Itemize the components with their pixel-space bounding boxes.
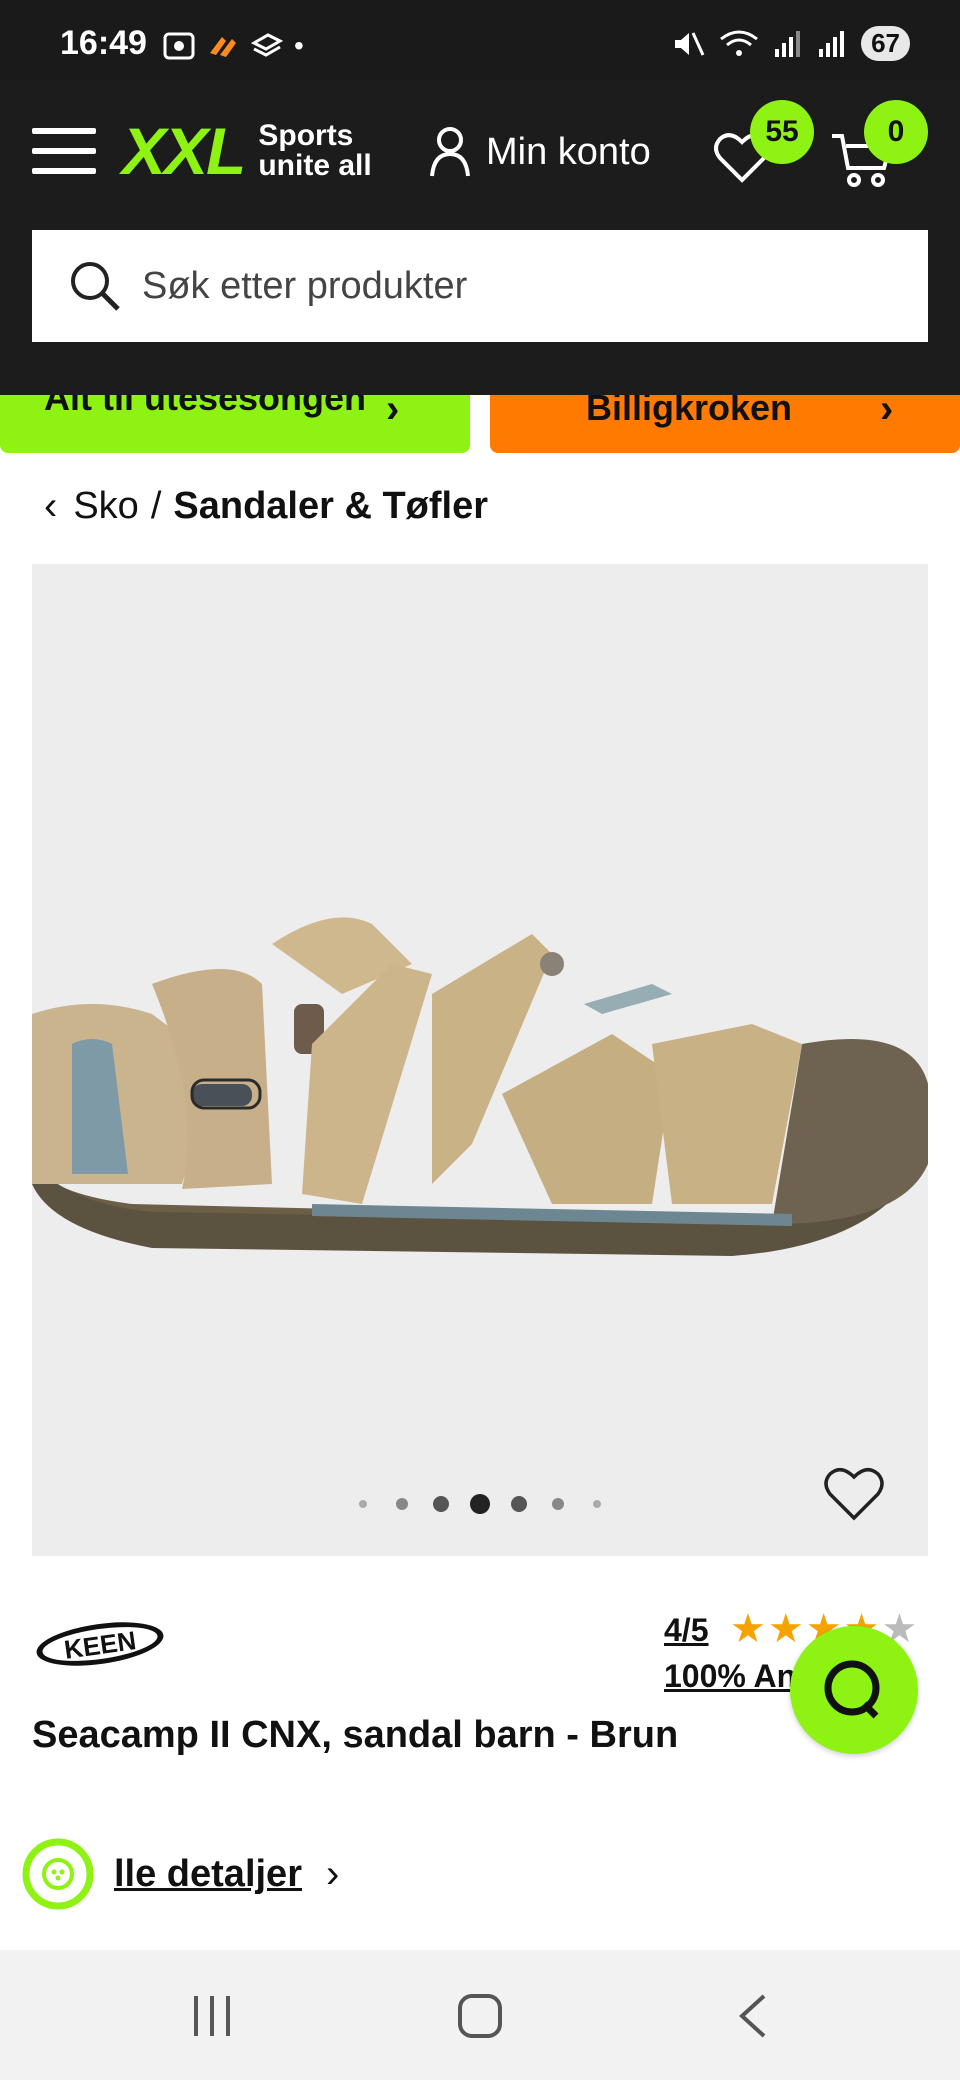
breadcrumb-current: Sandaler & Tøfler bbox=[173, 485, 489, 527]
gallery-dot[interactable] bbox=[511, 1496, 527, 1512]
more-notifications-dot: • bbox=[294, 30, 304, 61]
rating-score[interactable]: 4/5 bbox=[664, 1612, 708, 1648]
product-title: Seacamp II CNX, sandal barn - Brun bbox=[32, 1714, 679, 1756]
status-notification-icons: • bbox=[162, 30, 304, 62]
gallery-dot-active[interactable] bbox=[470, 1494, 490, 1514]
cart-count-badge: 0 bbox=[864, 100, 928, 164]
account-label: Min konto bbox=[486, 130, 651, 173]
product-wishlist-button[interactable] bbox=[822, 1464, 886, 1524]
menu-button[interactable] bbox=[32, 128, 98, 176]
logo-tagline-line1: Sports bbox=[258, 119, 354, 152]
gallery-dot[interactable] bbox=[593, 1500, 601, 1508]
signal-roaming-icon bbox=[819, 30, 845, 57]
status-system-icons: 67 bbox=[671, 26, 910, 61]
sandal-product-image bbox=[32, 917, 928, 1256]
screenshot-icon bbox=[163, 32, 195, 60]
brand-logo[interactable]: KEEN bbox=[32, 1616, 168, 1672]
mute-icon bbox=[675, 31, 705, 56]
account-button[interactable]: Min konto bbox=[428, 126, 651, 178]
breadcrumb: ‹ Sko / Sandaler & Tøfler bbox=[44, 484, 488, 529]
app-notification-icon-2 bbox=[250, 33, 284, 57]
signal-icon bbox=[775, 30, 801, 57]
details-link-label[interactable]: lle detaljer bbox=[114, 1853, 302, 1896]
app-notification-icon bbox=[210, 37, 236, 57]
recent-apps-icon[interactable] bbox=[190, 1994, 234, 2038]
chat-icon bbox=[824, 1660, 880, 1719]
promo-billigkroken[interactable]: Billigkroken › bbox=[490, 395, 960, 453]
system-navigation-bar bbox=[0, 1950, 960, 2080]
logo-tagline: Sports unite all bbox=[258, 121, 371, 181]
battery-indicator: 67 bbox=[861, 26, 910, 61]
wifi-icon bbox=[720, 30, 758, 56]
chevron-right-icon: › bbox=[386, 395, 400, 431]
product-image-gallery[interactable] bbox=[32, 564, 928, 1556]
logo-tagline-line2: unite all bbox=[258, 149, 372, 182]
breadcrumb-separator: / bbox=[150, 485, 162, 527]
heart-icon bbox=[824, 1467, 884, 1521]
gallery-dot[interactable] bbox=[552, 1498, 564, 1510]
promo-outdoor-label: Alt til utesesongen bbox=[44, 395, 367, 418]
search-input[interactable]: Søk etter produkter bbox=[32, 230, 928, 342]
keen-logo: KEEN bbox=[36, 1622, 164, 1666]
site-header: XXL Sports unite all Min konto 55 0 Søk … bbox=[0, 80, 960, 395]
search-icon bbox=[71, 262, 120, 311]
search-placeholder: Søk etter produkter bbox=[142, 264, 468, 307]
star-filled-icon: ★ bbox=[730, 1607, 766, 1651]
promo-billigkroken-label: Billigkroken bbox=[586, 395, 793, 428]
wishlist-count-badge: 55 bbox=[750, 100, 814, 164]
chevron-right-icon: › bbox=[325, 1851, 340, 1896]
gallery-dot[interactable] bbox=[359, 1500, 367, 1508]
promo-outdoor-season[interactable]: Alt til utesesongen › bbox=[0, 395, 470, 453]
chevron-left-icon[interactable]: ‹ bbox=[44, 484, 57, 529]
cart-button[interactable]: 0 bbox=[830, 100, 928, 190]
user-icon bbox=[430, 127, 470, 177]
gallery-dot[interactable] bbox=[433, 1496, 449, 1512]
gallery-dot[interactable] bbox=[396, 1498, 408, 1510]
chevron-right-icon: › bbox=[880, 395, 894, 431]
breadcrumb-parent[interactable]: Sko bbox=[73, 485, 138, 528]
home-icon[interactable] bbox=[456, 1992, 504, 2040]
wishlist-button[interactable]: 55 bbox=[712, 100, 814, 186]
product-rating[interactable]: 4/5 ★★★★★ 100% Anbefaler bbox=[664, 1607, 917, 1694]
details-link-row[interactable]: lle detaljer › bbox=[20, 1836, 339, 1912]
back-icon[interactable] bbox=[734, 1992, 770, 2040]
sustainability-icon bbox=[22, 1838, 94, 1910]
chat-button[interactable] bbox=[790, 1626, 918, 1754]
gallery-dots bbox=[359, 1494, 601, 1514]
star-filled-icon: ★ bbox=[767, 1607, 804, 1651]
status-time: 16:49 bbox=[60, 24, 147, 62]
logo-mark: XXL bbox=[122, 114, 246, 188]
xxl-logo[interactable]: XXL Sports unite all bbox=[122, 118, 372, 184]
status-bar: 16:49 • 67 bbox=[0, 0, 960, 80]
